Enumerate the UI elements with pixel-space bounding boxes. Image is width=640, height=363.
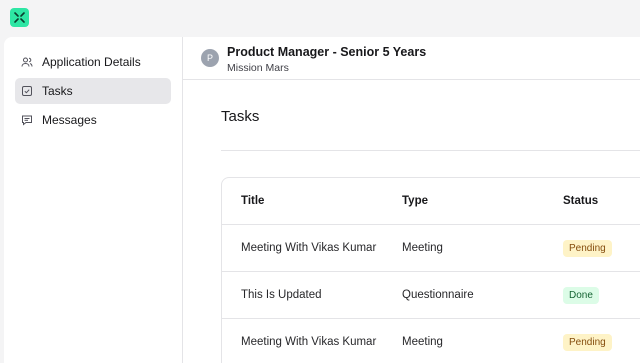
- sidebar-item-application-details[interactable]: Application Details: [15, 49, 171, 75]
- checkbox-icon: [21, 85, 33, 97]
- task-title: Meeting With Vikas Kumar: [241, 242, 377, 254]
- status-badge: Pending: [563, 239, 612, 257]
- job-title: Product Manager - Senior 5 Years: [227, 45, 427, 59]
- sidebar-item-label: Messages: [42, 113, 97, 127]
- page-title: Tasks: [221, 108, 260, 125]
- task-type: Meeting: [402, 336, 443, 348]
- job-subtitle: Mission Mars: [227, 62, 289, 74]
- table-row[interactable]: Meeting With Vikas Kumar Meeting Pending: [222, 225, 640, 272]
- tasks-table: Title Type Status Meeting With Vikas Kum…: [221, 177, 640, 363]
- top-bar: [0, 0, 640, 37]
- sidebar-item-label: Tasks: [42, 84, 73, 98]
- task-title: This Is Updated: [241, 289, 322, 301]
- users-icon: [21, 56, 33, 68]
- column-header-title[interactable]: Title: [241, 178, 264, 224]
- status-badge: Done: [563, 286, 599, 304]
- sidebar-item-tasks[interactable]: Tasks: [15, 78, 171, 104]
- avatar: P: [201, 49, 219, 67]
- status-cell: Pending: [563, 319, 612, 363]
- column-header-type[interactable]: Type: [402, 178, 428, 224]
- puzzle-logo-icon[interactable]: [10, 8, 29, 27]
- table-row[interactable]: This Is Updated Questionnaire Done: [222, 272, 640, 319]
- column-header-status[interactable]: Status: [563, 178, 598, 224]
- sidebar: Application Details Tasks Messages: [4, 37, 183, 363]
- status-badge: Pending: [563, 333, 612, 351]
- main-panel: P Product Manager - Senior 5 Years Missi…: [183, 37, 640, 363]
- sidebar-item-messages[interactable]: Messages: [15, 107, 171, 133]
- job-header: P Product Manager - Senior 5 Years Missi…: [183, 37, 640, 80]
- divider: [221, 150, 640, 151]
- task-type: Questionnaire: [402, 289, 474, 301]
- sidebar-item-label: Application Details: [42, 55, 141, 69]
- chat-icon: [21, 114, 33, 126]
- status-cell: Pending: [563, 225, 612, 271]
- table-row[interactable]: Meeting With Vikas Kumar Meeting Pending: [222, 319, 640, 363]
- table-header-row: Title Type Status: [222, 178, 640, 225]
- task-title: Meeting With Vikas Kumar: [241, 336, 377, 348]
- status-cell: Done: [563, 272, 599, 318]
- task-type: Meeting: [402, 242, 443, 254]
